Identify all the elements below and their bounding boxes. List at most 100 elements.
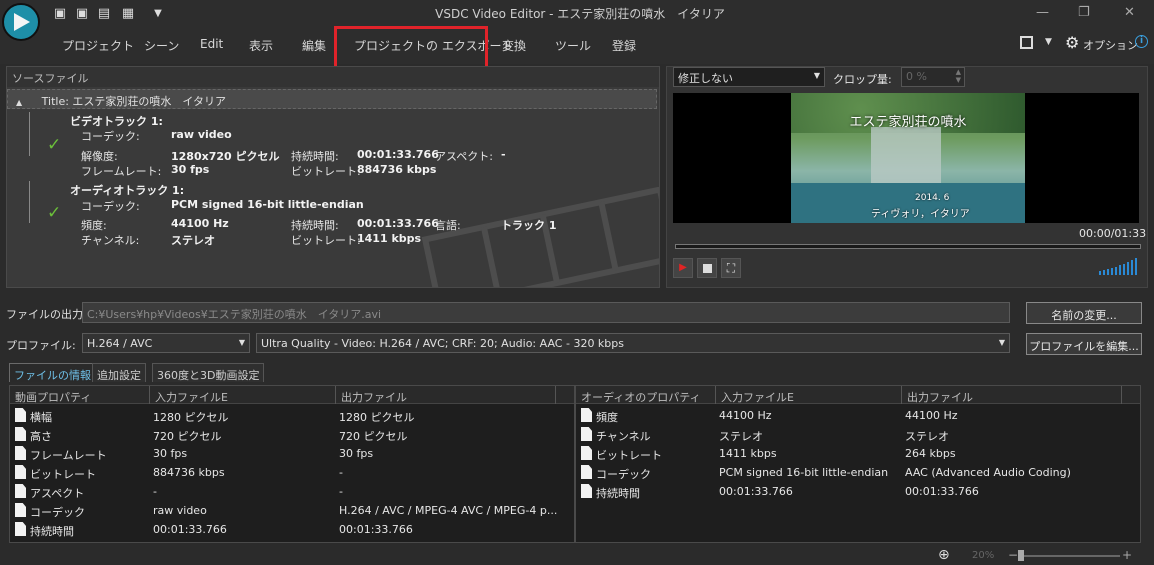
open-project-icon[interactable]: ▣ [74,6,90,22]
tab-additional-settings[interactable]: 追加設定 [92,363,146,382]
zoom-slider[interactable] [1020,555,1120,557]
gear-icon[interactable]: ⚙ [1065,33,1079,52]
profile-format-select[interactable]: H.264 / AVC ▼ [82,333,250,353]
save-project-icon[interactable]: ▤ [96,6,112,22]
collapse-icon[interactable]: ▲ [16,98,22,107]
layout-icon[interactable] [1020,36,1033,49]
audio-prop-input-value: ステレオ [719,430,763,443]
volume-icon[interactable] [1099,257,1141,275]
video-prop-row[interactable]: 高さ 720 ピクセル 720 ピクセル [10,425,574,444]
menu-edit[interactable]: Edit [200,37,223,51]
video-prop-output-value: 30 fps [339,447,374,460]
source-title: Title: エステ家別荘の噴水 イタリア [41,95,226,108]
options-label[interactable]: オプション [1083,37,1138,53]
rename-button[interactable]: 名前の変更... [1026,302,1142,324]
menu-tools[interactable]: ツール [555,37,591,54]
audio-codec-value: PCM signed 16-bit little-endian [171,198,364,211]
video-prop-row[interactable]: 持続時間 00:01:33.766 00:01:33.766 [10,520,574,539]
edit-profile-button[interactable]: プロファイルを編集... [1026,333,1142,355]
video-prop-row[interactable]: フレームレート 30 fps 30 fps [10,444,574,463]
profile-preset-select[interactable]: Ultra Quality - Video: H.264 / AVC; CRF:… [256,333,1010,353]
video-prop-row[interactable]: ビットレート 884736 kbps - [10,463,574,482]
audio-frequency-label: 頻度: [81,219,107,232]
video-track-check-icon: ✓ [47,135,62,155]
tree-line-audio [29,181,30,223]
source-header: ソースファイル [7,67,659,87]
audio-channel-label: チャンネル: [81,234,140,247]
tree-line-video [29,112,30,156]
close-icon[interactable]: ✕ [1124,5,1135,20]
audio-bitrate-value: 1411 kbps [357,232,422,245]
tab-file-info[interactable]: ファイルの情報 [9,363,96,382]
export-highlight-box [334,26,488,70]
fullscreen-button[interactable]: ⛶ [721,258,741,278]
audio-prop-output-value: AAC (Advanced Audio Coding) [905,466,1071,479]
menu-project[interactable]: プロジェクト [62,37,134,54]
chevron-down-icon: ▼ [998,338,1005,347]
fit-view-icon[interactable]: ⊕ [938,547,950,563]
audio-track-check-icon: ✓ [47,203,62,223]
document-icon [15,484,26,498]
menu-scene[interactable]: シーン [144,37,179,54]
play-button[interactable]: ▶ [673,258,693,278]
video-prop-row[interactable]: 横幅 1280 ピクセル 1280 ピクセル [10,406,574,425]
document-icon [581,446,592,460]
minimize-icon[interactable]: — [1036,5,1049,20]
audio-prop-row[interactable]: ビットレート 1411 kbps 264 kbps [576,444,1140,463]
audio-prop-row[interactable]: チャンネル ステレオ ステレオ [576,425,1140,444]
zoom-out-icon[interactable]: − [1008,548,1018,562]
video-duration-label: 持続時間: [291,150,339,163]
audio-track-heading: オーディオトラック 1: [70,184,185,197]
output-file-path-field[interactable]: C:¥Users¥hp¥Videos¥エステ家別荘の噴水 イタリア.avi [82,302,1010,323]
crop-value: 0 % [906,70,927,83]
crop-input[interactable]: 0 % ▲ ▼ [901,67,965,87]
camera-icon[interactable]: ▦ [120,6,136,22]
audio-prop-property-name: チャンネル [596,430,651,443]
video-prop-input-value: 30 fps [153,447,188,460]
tab-360-3d-settings[interactable]: 360度と3D動画設定 [152,363,265,382]
video-resolution-label: 解像度: [81,150,118,163]
seek-bar[interactable] [675,244,1141,249]
video-prop-output-value: - [339,485,343,498]
video-prop-property-name: アスペクト [30,487,85,500]
video-preview[interactable]: エステ家別荘の噴水 2014. 6 ティヴォリ，イタリア [673,93,1139,223]
audio-prop-output-value: 44100 Hz [905,409,958,422]
menu-convert[interactable]: 変換 [502,37,526,54]
correction-select[interactable]: 修正しない ▼ [673,67,825,87]
crop-stepper-icon[interactable]: ▲ ▼ [956,68,961,84]
document-icon [581,408,592,422]
chevron-down-icon: ▼ [813,71,820,80]
window-title: VSDC Video Editor - エステ家別荘の噴水 イタリア [435,7,725,21]
document-icon [581,465,592,479]
output-file-label: ファイルの出力: [6,308,87,321]
menu-register[interactable]: 登録 [612,37,636,54]
document-icon [581,484,592,498]
video-header-input: 入力ファイルE [155,391,228,404]
video-codec-label: コーデック: [81,130,140,143]
video-prop-property-name: 高さ [30,430,52,443]
audio-language-label: 言語: [435,219,461,232]
zoom-in-icon[interactable]: + [1122,548,1132,562]
source-title-row[interactable]: ▲ Title: エステ家別荘の噴水 イタリア [7,89,657,109]
video-prop-property-name: 持続時間 [30,525,74,538]
video-prop-row[interactable]: コーデック raw video H.264 / AVC / MPEG-4 AVC /… [10,501,574,520]
maximize-icon[interactable]: ❐ [1078,5,1090,20]
quick-access-dropdown-icon[interactable]: ▼ [150,6,166,22]
video-prop-row[interactable]: アスペクト - - [10,482,574,501]
app-logo-icon[interactable] [2,3,40,41]
audio-prop-row[interactable]: 頻度 44100 Hz 44100 Hz [576,406,1140,425]
video-codec-value: raw video [171,128,232,141]
video-prop-property-name: フレームレート [30,449,107,462]
layout-dropdown-icon[interactable]: ▼ [1045,37,1052,47]
menu-editing[interactable]: 編集 [302,37,326,54]
info-icon[interactable]: i [1135,35,1148,48]
audio-prop-row[interactable]: コーデック PCM signed 16-bit little-endian AAC … [576,463,1140,482]
video-duration-value: 00:01:33.766 [357,148,439,161]
stop-button[interactable] [697,258,717,278]
menu-view[interactable]: 表示 [249,37,273,54]
correction-select-value: 修正しない [678,72,733,85]
zoom-slider-thumb[interactable] [1018,550,1024,561]
audio-prop-row[interactable]: 持続時間 00:01:33.766 00:01:33.766 [576,482,1140,501]
profile-format-value: H.264 / AVC [87,337,153,350]
new-project-icon[interactable]: ▣ [52,6,68,22]
